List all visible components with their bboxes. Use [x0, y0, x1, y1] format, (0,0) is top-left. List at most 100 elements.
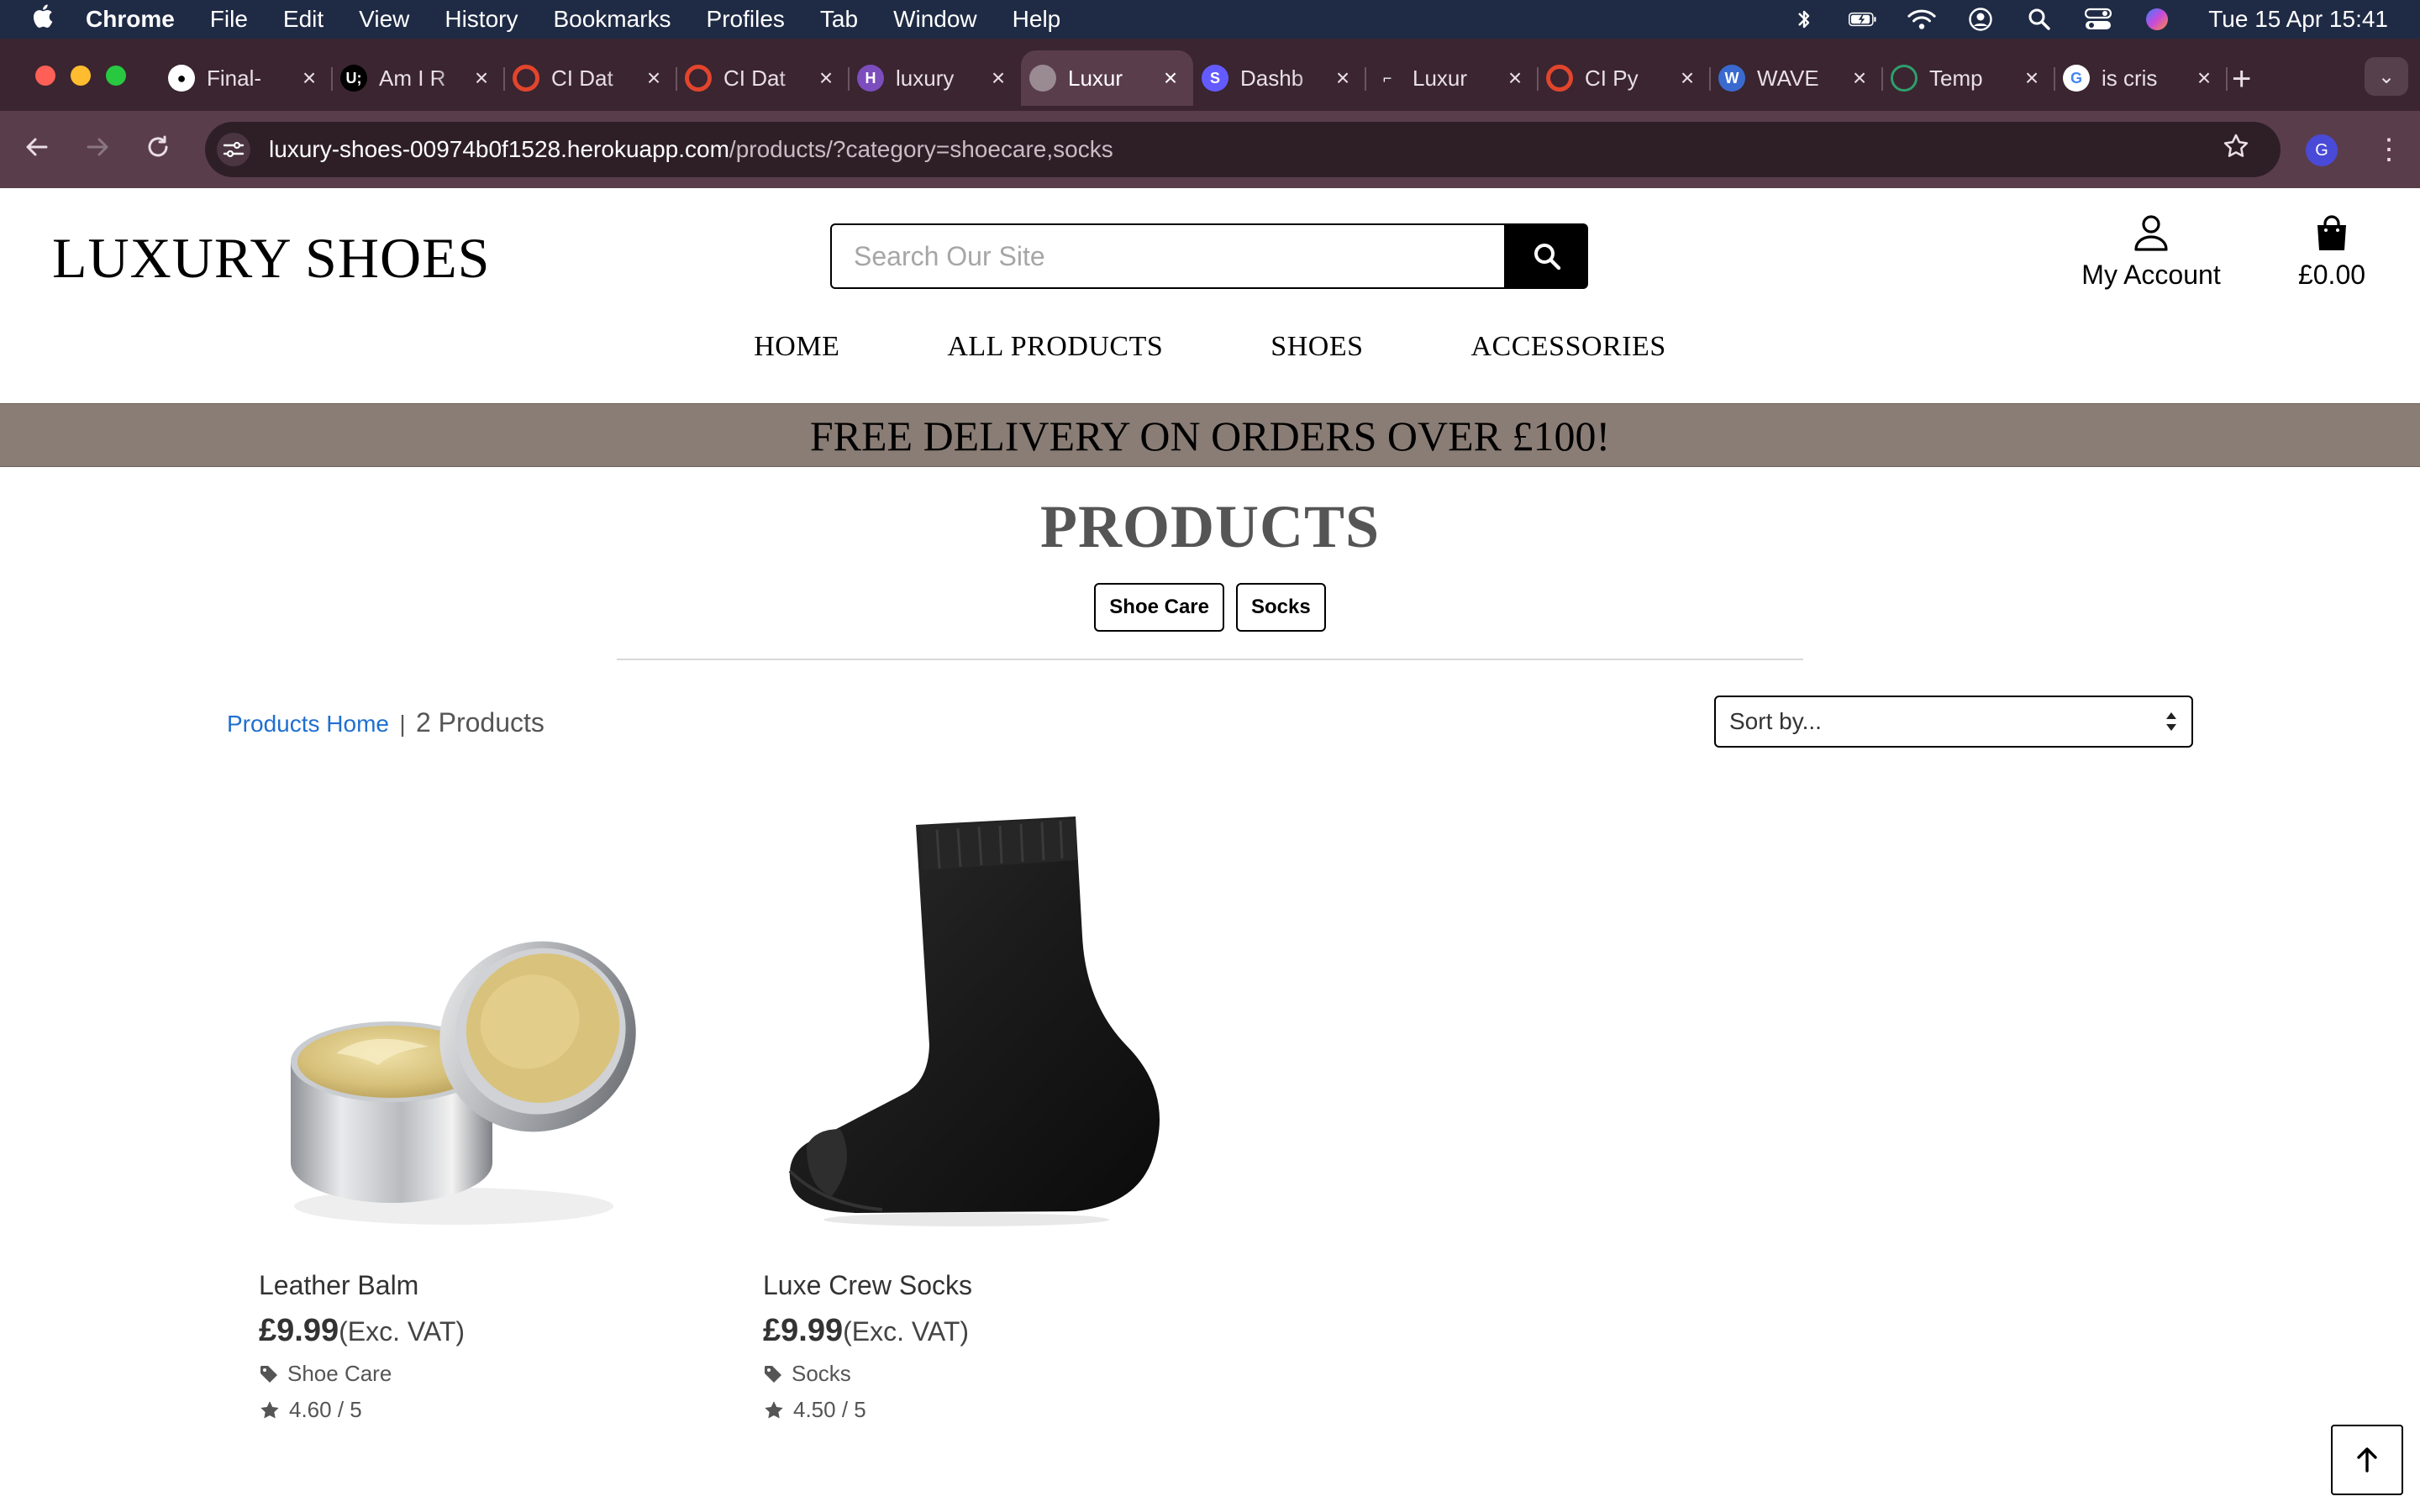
close-tab-icon[interactable]: ×: [1160, 65, 1181, 92]
product-image-leather-balm[interactable]: [227, 793, 697, 1230]
my-account-link[interactable]: My Account: [2075, 213, 2227, 291]
browser-tab[interactable]: U; Am I R ×: [332, 50, 505, 106]
close-tab-icon[interactable]: ×: [1849, 65, 1870, 92]
browser-tab[interactable]: W WAVE ×: [1710, 50, 1883, 106]
main-nav: HOME ALL PRODUCTS SHOES ACCESSORIES: [0, 331, 2420, 363]
browser-tab[interactable]: Luxur ×: [1021, 50, 1193, 106]
product-name[interactable]: Leather Balm: [227, 1270, 697, 1301]
product-rating-value: 4.60 / 5: [289, 1397, 362, 1422]
product-image-luxe-crew-socks[interactable]: [731, 793, 1202, 1230]
zoom-window-button[interactable]: [106, 66, 126, 86]
product-category-link[interactable]: Socks: [731, 1361, 1202, 1387]
product-card: Luxe Crew Socks £9.99(Exc. VAT) Socks 4.…: [731, 793, 1202, 1423]
close-tab-icon[interactable]: ×: [1676, 65, 1698, 92]
new-tab-button[interactable]: +: [2232, 60, 2251, 98]
apple-icon[interactable]: [30, 3, 54, 36]
menu-app-chrome[interactable]: Chrome: [86, 6, 175, 33]
nav-accessories[interactable]: ACCESSORIES: [1471, 331, 1666, 363]
browser-tab[interactable]: ⌐ Luxur ×: [1365, 50, 1539, 106]
close-tab-icon[interactable]: ×: [815, 65, 837, 92]
profile-avatar[interactable]: G: [2306, 134, 2338, 166]
chrome-menu-icon[interactable]: ⋮: [2375, 133, 2403, 166]
menu-edit[interactable]: Edit: [283, 6, 324, 33]
tab-title: luxury: [896, 65, 955, 91]
close-window-button[interactable]: [35, 66, 55, 86]
page-title: PRODUCTS: [1039, 493, 1381, 560]
menu-view[interactable]: View: [359, 6, 409, 33]
search-input[interactable]: [830, 223, 1506, 289]
menu-tab[interactable]: Tab: [820, 6, 858, 33]
menu-file[interactable]: File: [210, 6, 248, 33]
close-tab-icon[interactable]: ×: [298, 65, 320, 92]
menu-profiles[interactable]: Profiles: [707, 6, 785, 33]
star-icon: [765, 1400, 783, 1419]
back-to-top-button[interactable]: [2331, 1425, 2403, 1495]
nav-home[interactable]: HOME: [754, 331, 839, 363]
site-info-icon[interactable]: [217, 133, 250, 166]
sort-select[interactable]: Sort by...: [1714, 696, 2193, 748]
close-tab-icon[interactable]: ×: [987, 65, 1009, 92]
site-logo[interactable]: LUXURY SHOES: [52, 225, 490, 291]
tab-title: Final-: [207, 65, 262, 91]
reload-button[interactable]: [141, 134, 175, 165]
menu-window[interactable]: Window: [893, 6, 977, 33]
product-card: Leather Balm £9.99(Exc. VAT) Shoe Care 4…: [227, 793, 697, 1423]
ci-icon: [1546, 65, 1573, 92]
product-count: 2 Products: [415, 707, 544, 738]
browser-tab[interactable]: CI Dat ×: [504, 50, 677, 106]
search-button[interactable]: [1506, 223, 1588, 289]
tab-list: ● Final- × U; Am I R × CI Dat × CI Dat × Hluxury × L…: [160, 50, 2228, 106]
browser-tab[interactable]: CI Py ×: [1538, 50, 1711, 106]
bookmark-star-icon[interactable]: [2222, 132, 2250, 168]
stripe-icon: S: [1202, 65, 1228, 92]
shopping-bag-link[interactable]: £0.00: [2294, 213, 2370, 291]
browser-tab[interactable]: CI Dat ×: [676, 50, 850, 106]
product-name[interactable]: Luxe Crew Socks: [731, 1270, 1202, 1301]
menu-bookmarks[interactable]: Bookmarks: [553, 6, 671, 33]
ci-icon: [685, 65, 712, 92]
forward-button[interactable]: [81, 134, 114, 165]
nav-all-products[interactable]: ALL PRODUCTS: [947, 331, 1163, 363]
browser-tab[interactable]: S Dashb ×: [1193, 50, 1366, 106]
products-home-link[interactable]: Products Home: [227, 711, 389, 737]
nav-shoes[interactable]: SHOES: [1270, 331, 1363, 363]
shopping-bag-icon: [2317, 215, 2346, 250]
close-tab-icon[interactable]: ×: [1504, 65, 1526, 92]
category-shoe-care-button[interactable]: Shoe Care: [1094, 583, 1224, 632]
siri-icon[interactable]: [2143, 8, 2171, 31]
close-tab-icon[interactable]: ×: [643, 65, 665, 92]
control-center-icon[interactable]: [2084, 8, 2112, 31]
close-tab-icon[interactable]: ×: [1332, 65, 1354, 92]
menubar-clock[interactable]: Tue 15 Apr 15:41: [2208, 6, 2388, 33]
tag-icon: [260, 1365, 277, 1383]
user-icon[interactable]: [1966, 8, 1995, 31]
browser-tab[interactable]: Hluxury ×: [849, 50, 1021, 106]
menu-history[interactable]: History: [445, 6, 518, 33]
back-button[interactable]: [20, 134, 54, 165]
product-category-link[interactable]: Shoe Care: [227, 1361, 697, 1387]
minimize-window-button[interactable]: [71, 66, 91, 86]
browser-tab[interactable]: Temp ×: [1882, 50, 2055, 106]
battery-icon[interactable]: [1849, 8, 1877, 31]
spotlight-icon[interactable]: [2025, 8, 2054, 31]
close-tab-icon[interactable]: ×: [471, 65, 492, 92]
menu-help[interactable]: Help: [1013, 6, 1061, 33]
crew-sock-image: [788, 816, 1160, 1226]
sort-select-value: Sort by...: [1729, 708, 1822, 734]
close-tab-icon[interactable]: ×: [2193, 65, 2215, 92]
browser-tab[interactable]: ● Final- ×: [160, 50, 333, 106]
my-account-label: My Account: [2081, 260, 2221, 290]
tab-title: CI Dat: [723, 65, 786, 91]
tab-title: Am I R: [379, 65, 446, 91]
product-rating-value: 4.50 / 5: [793, 1397, 866, 1422]
tab-title: WAVE: [1757, 65, 1819, 91]
close-tab-icon[interactable]: ×: [2021, 65, 2043, 92]
category-socks-button[interactable]: Socks: [1236, 583, 1326, 632]
tab-search-button[interactable]: ⌄: [2365, 57, 2408, 96]
bluetooth-icon[interactable]: [1790, 8, 1818, 31]
address-bar[interactable]: luxury-shoes-00974b0f1528.herokuapp.com/…: [205, 122, 2281, 177]
browser-tab[interactable]: Gis cris ×: [2054, 50, 2228, 106]
wifi-icon[interactable]: [1907, 8, 1936, 31]
product-rating: 4.50 / 5: [731, 1397, 1202, 1423]
ci-icon: [513, 65, 539, 92]
